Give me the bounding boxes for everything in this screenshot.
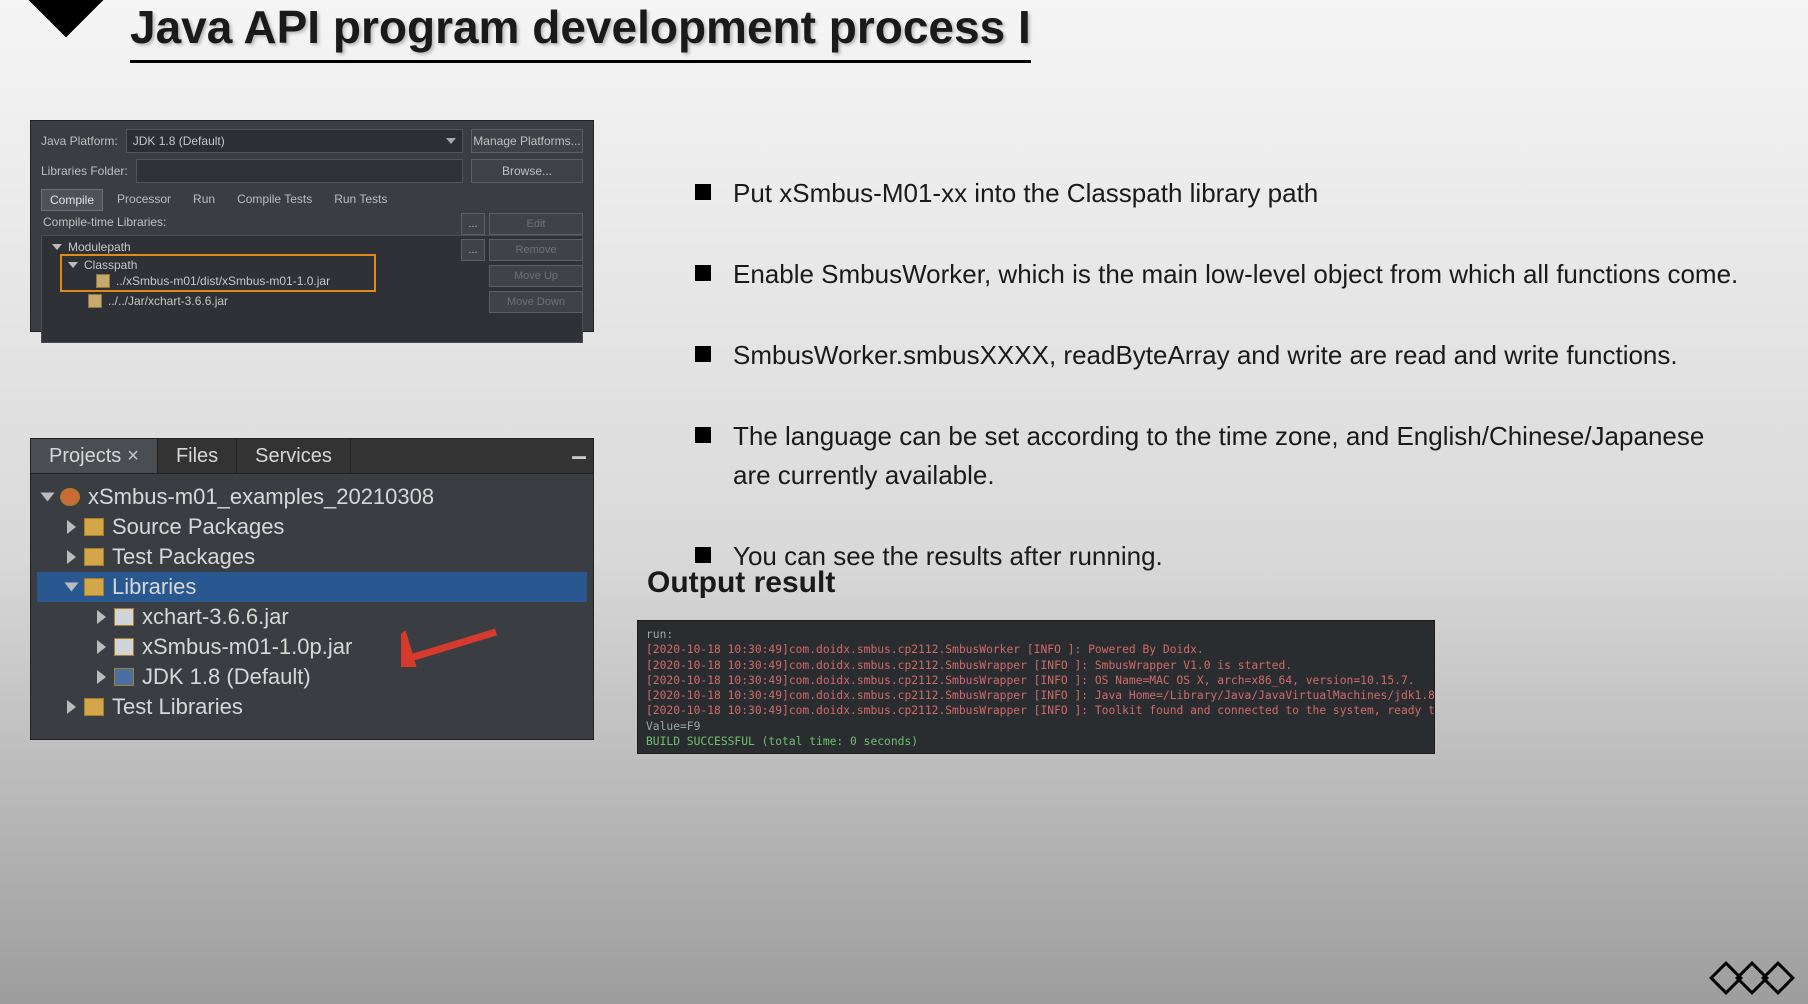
projects-panel: Projects× Files Services – xSmbus-m01_ex… bbox=[30, 438, 594, 740]
disclosure-icon[interactable] bbox=[97, 640, 106, 654]
bullet-list: Put xSmbus-M01-xx into the Classpath lib… bbox=[647, 174, 1748, 618]
project-node[interactable]: xSmbus-m01_examples_20210308 bbox=[88, 484, 434, 510]
close-icon[interactable]: × bbox=[127, 445, 139, 468]
console-line: Value=F9 bbox=[646, 719, 1426, 734]
decorative-diamond bbox=[24, 0, 109, 37]
xchart-jar-node[interactable]: xchart-3.6.6.jar bbox=[142, 604, 289, 630]
project-tree[interactable]: xSmbus-m01_examples_20210308 Source Pack… bbox=[31, 474, 593, 722]
libraries-folder-label: Libraries Folder: bbox=[41, 164, 128, 178]
chevron-down-icon bbox=[446, 138, 456, 144]
console-line: [2020-10-18 10:30:49]com.doidx.smbus.cp2… bbox=[646, 658, 1426, 673]
jar-icon bbox=[96, 274, 110, 288]
folder-icon bbox=[84, 548, 104, 566]
folder-icon bbox=[84, 578, 104, 596]
disclosure-icon[interactable] bbox=[67, 550, 76, 564]
tab-compile-tests[interactable]: Compile Tests bbox=[229, 189, 320, 211]
minimize-button[interactable]: – bbox=[565, 440, 593, 472]
slide-title: Java API program development process I bbox=[130, 0, 1031, 63]
bullet-item: Enable SmbusWorker, which is the main lo… bbox=[687, 255, 1748, 294]
move-up-button[interactable]: Move Up bbox=[489, 265, 583, 287]
bullet-item: Put xSmbus-M01-xx into the Classpath lib… bbox=[687, 174, 1748, 213]
jar-icon bbox=[114, 608, 134, 626]
add-button[interactable]: ... bbox=[461, 239, 485, 261]
test-packages-node[interactable]: Test Packages bbox=[112, 544, 255, 570]
triangle-icon bbox=[52, 244, 62, 250]
libraries-node[interactable]: Libraries bbox=[112, 574, 196, 600]
console-line: [2020-10-18 10:30:49]com.doidx.smbus.cp2… bbox=[646, 688, 1426, 703]
tab-projects[interactable]: Projects× bbox=[31, 439, 158, 473]
console-line: [2020-10-18 10:30:49]com.doidx.smbus.cp2… bbox=[646, 642, 1426, 657]
classpath-jar-1[interactable]: ../xSmbus-m01/dist/xSmbus-m01-1.0.jar bbox=[116, 274, 330, 288]
output-result-header: Output result bbox=[647, 566, 835, 600]
tab-run-tests[interactable]: Run Tests bbox=[326, 189, 395, 211]
bullet-item: You can see the results after running. bbox=[687, 537, 1748, 576]
java-platform-select[interactable]: JDK 1.8 (Default) bbox=[126, 129, 463, 153]
java-platform-value: JDK 1.8 (Default) bbox=[133, 134, 225, 148]
disclosure-icon[interactable] bbox=[67, 520, 76, 534]
bullet-item: The language can be set according to the… bbox=[687, 417, 1748, 495]
modulepath-group[interactable]: Modulepath bbox=[68, 240, 131, 254]
folder-icon bbox=[84, 698, 104, 716]
add-button[interactable]: ... bbox=[461, 213, 485, 235]
classpath-group[interactable]: Classpath bbox=[84, 258, 137, 272]
console-line: run: bbox=[646, 627, 1426, 642]
disclosure-icon[interactable] bbox=[67, 700, 76, 714]
tab-compile[interactable]: Compile bbox=[41, 189, 103, 211]
jdk-node[interactable]: JDK 1.8 (Default) bbox=[142, 664, 311, 690]
properties-tabs: Compile Processor Run Compile Tests Run … bbox=[31, 189, 593, 211]
classpath-highlight: Classpath ../xSmbus-m01/dist/xSmbus-m01-… bbox=[60, 254, 376, 292]
tab-services[interactable]: Services bbox=[237, 439, 351, 473]
triangle-icon bbox=[68, 262, 78, 268]
console-output: run: [2020-10-18 10:30:49]com.doidx.smbu… bbox=[637, 620, 1435, 754]
decorative-bottom-right bbox=[1714, 966, 1790, 990]
browse-button[interactable]: Browse... bbox=[471, 159, 583, 183]
tab-run[interactable]: Run bbox=[185, 189, 223, 211]
java-platform-label: Java Platform: bbox=[41, 134, 118, 148]
console-line: [2020-10-18 10:30:49]com.doidx.smbus.cp2… bbox=[646, 673, 1426, 688]
jdk-icon bbox=[114, 668, 134, 686]
jar-icon bbox=[114, 638, 134, 656]
edit-button[interactable]: Edit bbox=[489, 213, 583, 235]
jar-icon bbox=[88, 294, 102, 308]
folder-icon bbox=[84, 518, 104, 536]
console-line: [2020-10-18 10:30:49]com.doidx.smbus.cp2… bbox=[646, 703, 1426, 718]
add-dots: ... ... bbox=[461, 213, 485, 261]
manage-platforms-button[interactable]: Manage Platforms... bbox=[471, 129, 583, 153]
disclosure-icon[interactable] bbox=[97, 610, 106, 624]
xsmbus-jar-node[interactable]: xSmbus-m01-1.0p.jar bbox=[142, 634, 352, 660]
remove-button[interactable]: Remove bbox=[489, 239, 583, 261]
disclosure-open-icon[interactable] bbox=[65, 583, 79, 592]
project-properties-panel: Java Platform: JDK 1.8 (Default) Manage … bbox=[30, 120, 594, 332]
libraries-folder-input[interactable] bbox=[136, 159, 463, 183]
project-icon bbox=[60, 488, 80, 506]
console-line: BUILD SUCCESSFUL (total time: 0 seconds) bbox=[646, 734, 1426, 749]
source-packages-node[interactable]: Source Packages bbox=[112, 514, 284, 540]
bullet-item: SmbusWorker.smbusXXXX, readByteArray and… bbox=[687, 336, 1748, 375]
disclosure-icon[interactable] bbox=[97, 670, 106, 684]
disclosure-open-icon[interactable] bbox=[41, 493, 55, 502]
test-libraries-node[interactable]: Test Libraries bbox=[112, 694, 243, 720]
tab-files[interactable]: Files bbox=[158, 439, 237, 473]
tab-processor[interactable]: Processor bbox=[109, 189, 179, 211]
move-down-button[interactable]: Move Down bbox=[489, 291, 583, 313]
classpath-jar-2[interactable]: ../../Jar/xchart-3.6.6.jar bbox=[108, 294, 228, 308]
